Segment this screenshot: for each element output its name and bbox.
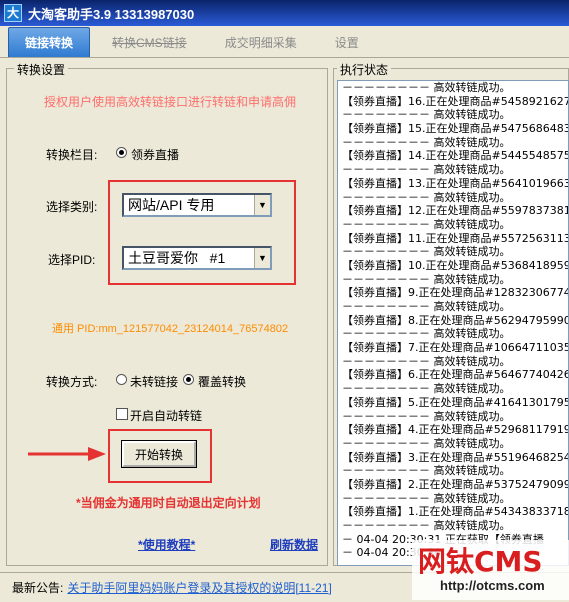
convert-settings-title: 转换设置: [14, 61, 69, 78]
log-line: －－－－－－－－ 高效转链成功。: [342, 354, 511, 368]
log-line: 【领券直播】2.正在处理商品#53752479099: [342, 477, 569, 491]
log-line: 【领券直播】10.正在处理商品#53684189590: [342, 258, 569, 272]
log-line: 【领券直播】14.正在处理商品#54455485750: [342, 149, 569, 163]
watermark-brand: 网钛CMS: [418, 545, 543, 578]
log-line: －－－－－－－－ 高效转链成功。: [342, 245, 511, 259]
log-line: －－－－－－－－ 高效转链成功。: [342, 382, 511, 396]
log-line: 【领券直播】5.正在处理商品#41641301795: [342, 395, 569, 409]
tutorial-link[interactable]: *使用教程*: [138, 536, 195, 553]
tab-settings[interactable]: 设置: [319, 27, 375, 57]
log-line: －－－－－－－－ 高效转链成功。: [342, 217, 511, 231]
log-line: －－－－－－－－ 高效转链成功。: [342, 327, 511, 341]
column-radio[interactable]: [116, 147, 127, 158]
refresh-data-link[interactable]: 刷新数据: [270, 536, 318, 553]
log-line: 【领券直播】8.正在处理商品#56294795990: [342, 313, 569, 327]
tab-cms-convert[interactable]: 转换CMS链接: [96, 27, 203, 57]
title-bar: 大 大淘客助手3.9 13313987030: [0, 0, 569, 26]
log-line: －－－－－－－－ 高效转链成功。: [342, 491, 511, 505]
category-label: 选择类别:: [46, 200, 98, 214]
category-select[interactable]: 网站/API 专用 ▼: [122, 193, 272, 217]
log-line: 【领券直播】3.正在处理商品#55196468254: [342, 450, 569, 464]
log-line: 【领券直播】11.正在处理商品#55725631130: [342, 231, 569, 245]
app-icon: 大: [4, 4, 22, 22]
pid-select-value: 土豆哥爱你 #1: [128, 250, 226, 266]
log-line: －－－－－－－－ 高效转链成功。: [342, 190, 511, 204]
log-line: －－－－－－－－ 高效转链成功。: [342, 409, 511, 423]
log-line: 【领券直播】12.正在处理商品#55978373810: [342, 204, 569, 218]
log-line: －－－－－－－－ 高效转链成功。: [342, 464, 511, 478]
log-line: －－－－－－－－ 高效转链成功。: [342, 81, 511, 94]
log-line: 【领券直播】15.正在处理商品#54756864830: [342, 122, 569, 136]
log-line: －－－－－－－－ 高效转链成功。: [342, 519, 511, 532]
chevron-down-icon[interactable]: ▼: [254, 248, 270, 268]
log-line: －－－－－－－－ 高效转链成功。: [342, 436, 511, 450]
general-pid: 通用 PID:mm_121577042_23124014_76574802: [52, 323, 289, 335]
mode-option2-label: 覆盖转换: [198, 375, 247, 389]
log-line: 【领券直播】16.正在处理商品#54589216270: [342, 94, 569, 108]
execution-log[interactable]: －－－－－－－－ 高效转链成功。 【领券直播】16.正在处理商品#54589216…: [337, 80, 569, 566]
log-line: －－－－－－－－ 高效转链成功。: [342, 163, 511, 177]
log-line: 【领券直播】1.正在处理商品#54343833718: [342, 505, 569, 519]
start-convert-button[interactable]: 开始转换: [121, 440, 197, 468]
column-label: 转换栏目:: [46, 148, 98, 162]
arrow-right-icon: [28, 447, 106, 461]
watermark-url: http://otcms.com: [440, 578, 545, 593]
convert-settings-group: [6, 68, 328, 566]
announcement-link[interactable]: 关于助手阿里妈妈账户登录及其授权的说明[11-21]: [67, 579, 331, 596]
mode-label: 转换方式:: [46, 375, 98, 389]
pid-label: 选择PID:: [48, 253, 96, 267]
log-line: －－－－－－－－ 高效转链成功。: [342, 135, 511, 149]
log-line: －－－－－－－－ 高效转链成功。: [342, 108, 511, 122]
log-line: 【领券直播】9.正在处理商品#12832306774: [342, 286, 569, 300]
log-line: －－－－－－－－ 高效转链成功。: [342, 300, 511, 313]
mode-option1-label: 未转链接: [130, 375, 179, 389]
tab-bar: 链接转换 转换CMS链接 成交明细采集 设置: [0, 26, 569, 58]
tab-link-convert[interactable]: 链接转换: [8, 27, 91, 57]
watermark: 网钛CMS http://otcms.com: [412, 540, 569, 600]
auth-notice: 授权用户使用高效转链接口进行转链和申请高佣: [44, 95, 297, 109]
commission-warning: *当佣金为通用时自动退出定向计划: [76, 496, 261, 510]
announcement-label: 最新公告:: [12, 581, 64, 595]
column-option-label: 领券直播: [131, 148, 180, 162]
log-line: －－－－－－－－ 高效转链成功。: [342, 272, 511, 286]
log-line: 【领券直播】6.正在处理商品#56467740426: [342, 368, 569, 382]
execution-status-title: 执行状态: [337, 61, 392, 78]
log-line: 【领券直播】4.正在处理商品#52968117919: [342, 423, 569, 437]
log-line: 【领券直播】13.正在处理商品#56410196630: [342, 176, 569, 190]
pid-select[interactable]: 土豆哥爱你 #1 ▼: [122, 246, 272, 270]
auto-convert-label: 开启自动转链: [130, 409, 203, 423]
log-line: 【领券直播】7.正在处理商品#10664711035: [342, 341, 569, 355]
mode-radio-unconverted[interactable]: [116, 374, 127, 385]
category-select-value: 网站/API 专用: [128, 197, 215, 213]
tab-deal-collect[interactable]: 成交明细采集: [209, 27, 313, 57]
chevron-down-icon[interactable]: ▼: [254, 195, 270, 215]
mode-radio-overwrite[interactable]: [183, 374, 194, 385]
auto-convert-checkbox[interactable]: [116, 408, 128, 420]
window-title: 大淘客助手3.9 13313987030: [28, 6, 195, 22]
